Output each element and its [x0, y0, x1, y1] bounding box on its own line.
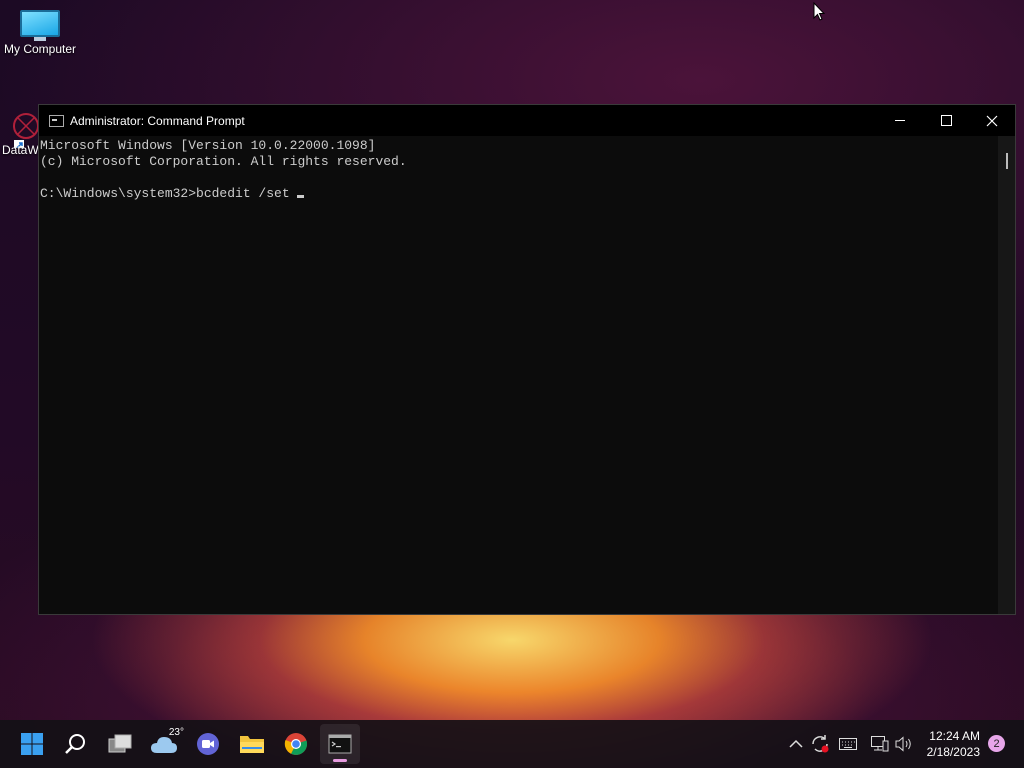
show-hidden-icons-button[interactable]	[786, 734, 806, 754]
notification-badge[interactable]: 2	[988, 735, 1005, 752]
search-button[interactable]	[56, 724, 96, 764]
task-view-button[interactable]	[100, 724, 140, 764]
console-prompt: C:\Windows\system32>bcdedit /set	[40, 186, 290, 201]
shortcut-app-icon	[13, 113, 39, 150]
command-prompt-window[interactable]: Administrator: Command Prompt Microsoft …	[38, 104, 1016, 615]
window-title: Administrator: Command Prompt	[70, 113, 245, 128]
minimize-button[interactable]	[877, 105, 923, 136]
chrome-button[interactable]	[276, 724, 316, 764]
volume-button[interactable]	[894, 734, 914, 754]
desktop-icon-dataw[interactable]: DataW	[0, 108, 40, 157]
close-button[interactable]	[969, 105, 1015, 136]
clock-time: 12:24 AM	[929, 729, 980, 743]
weather-temperature: 23°	[168, 727, 184, 738]
taskbar: 23° 12:24 AM 2/18/2023 2	[0, 720, 1024, 768]
console-output[interactable]: Microsoft Windows [Version 10.0.22000.10…	[39, 136, 998, 614]
desktop-icon-label: DataW	[2, 143, 39, 157]
maximize-button[interactable]	[923, 105, 969, 136]
mouse-pointer-icon	[813, 2, 825, 21]
minimize-icon	[895, 120, 905, 121]
video-chat-icon	[197, 733, 219, 755]
text-cursor	[296, 195, 304, 198]
cmd-icon	[49, 114, 64, 127]
console-line: ​	[40, 170, 998, 186]
folder-icon	[240, 736, 264, 753]
console-prompt-line[interactable]: C:\Windows\system32>bcdedit /set	[40, 186, 998, 202]
command-prompt-taskbar-button[interactable]	[320, 724, 360, 764]
sync-icon	[812, 735, 829, 753]
console-line: (c) Microsoft Corporation. All rights re…	[40, 154, 407, 169]
maximize-icon	[940, 115, 952, 126]
speaker-icon	[895, 736, 911, 752]
keyboard-icon	[839, 738, 857, 750]
search-icon	[65, 734, 85, 754]
task-view-icon	[108, 734, 132, 753]
close-icon	[986, 115, 998, 126]
windows-logo-icon	[21, 733, 43, 755]
clock-date: 2/18/2023	[926, 745, 980, 759]
teams-chat-button[interactable]	[188, 724, 228, 764]
scrollbar-thumb[interactable]	[1006, 153, 1008, 169]
desktop-icon-my-computer[interactable]: My Computer	[2, 10, 78, 56]
desktop-icon-label: My Computer	[3, 42, 77, 56]
input-indicator-button[interactable]	[838, 734, 858, 754]
clock-button[interactable]: 12:24 AM 2/18/2023	[927, 728, 980, 760]
network-button[interactable]	[870, 734, 890, 754]
start-button[interactable]	[12, 724, 52, 764]
sync-status-button[interactable]	[810, 734, 830, 754]
chrome-icon	[284, 733, 308, 755]
console-line: Microsoft Windows [Version 10.0.22000.10…	[40, 138, 376, 153]
monitor-icon	[20, 10, 60, 41]
network-icon	[871, 736, 889, 752]
terminal-icon	[328, 734, 352, 754]
file-explorer-button[interactable]	[232, 724, 272, 764]
chevron-up-icon	[789, 739, 803, 748]
weather-widget-button[interactable]: 23°	[144, 724, 184, 764]
vertical-scrollbar[interactable]	[998, 136, 1015, 614]
title-bar[interactable]: Administrator: Command Prompt	[39, 105, 1015, 136]
